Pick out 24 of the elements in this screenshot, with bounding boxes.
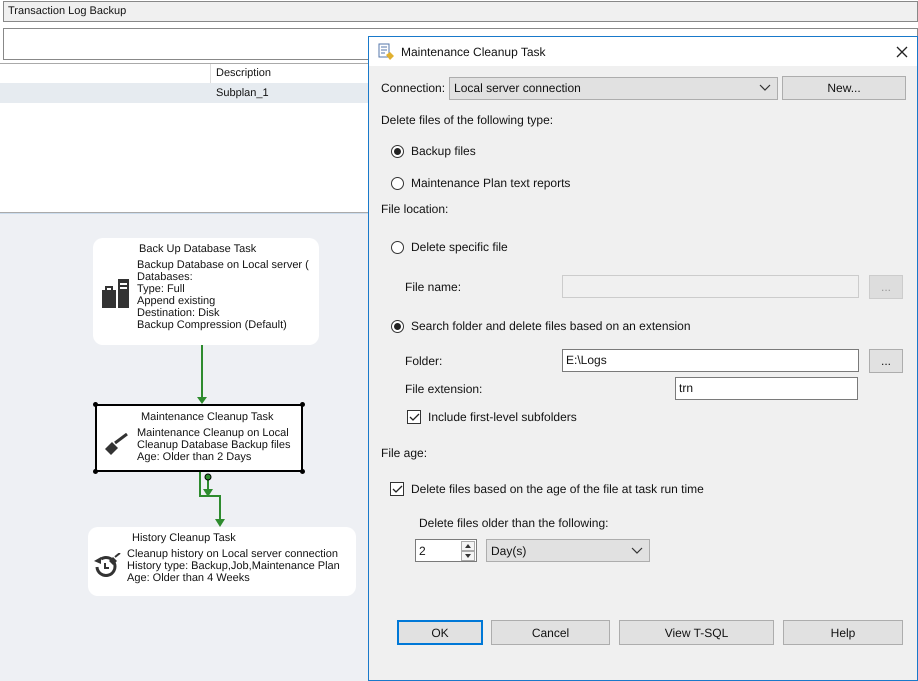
field-label: Folder: xyxy=(404,354,444,368)
task-detail: Backup Compression (Default) xyxy=(137,319,288,331)
task-detail: Type: Full xyxy=(137,283,186,295)
task-detail: Backup Database on Local server ( xyxy=(137,259,309,271)
task-detail: Destination: Disk xyxy=(137,307,221,319)
task-detail: Cleanup Database Backup files xyxy=(137,439,290,451)
task-detail: History type: Backup,Job,Maintenance Plan xyxy=(127,560,340,572)
section-label: File age: xyxy=(381,446,428,460)
section-label: File location: xyxy=(381,202,450,216)
older-than-label: Delete files older than the following: xyxy=(419,516,610,530)
task-title: History Cleanup Task xyxy=(132,532,237,544)
field-label: File name: xyxy=(404,280,462,294)
task-detail: Databases: xyxy=(137,271,194,283)
task-detail: Maintenance Cleanup on Local xyxy=(137,427,290,439)
task-title: Maintenance Cleanup Task xyxy=(141,411,274,423)
task-detail: Cleanup history on Local server connection xyxy=(127,548,339,560)
connection-label: Connection: xyxy=(381,81,446,95)
section-label: Delete files of the following type: xyxy=(381,113,554,127)
task-detail: Append existing xyxy=(137,295,216,307)
field-label: File extension: xyxy=(404,382,484,396)
task-detail: Age: Older than 4 Weeks xyxy=(127,572,251,584)
task-title: Back Up Database Task xyxy=(139,243,258,255)
task-detail: Age: Older than 2 Days xyxy=(137,451,252,463)
dialog-title: Maintenance Cleanup Task xyxy=(401,44,547,58)
